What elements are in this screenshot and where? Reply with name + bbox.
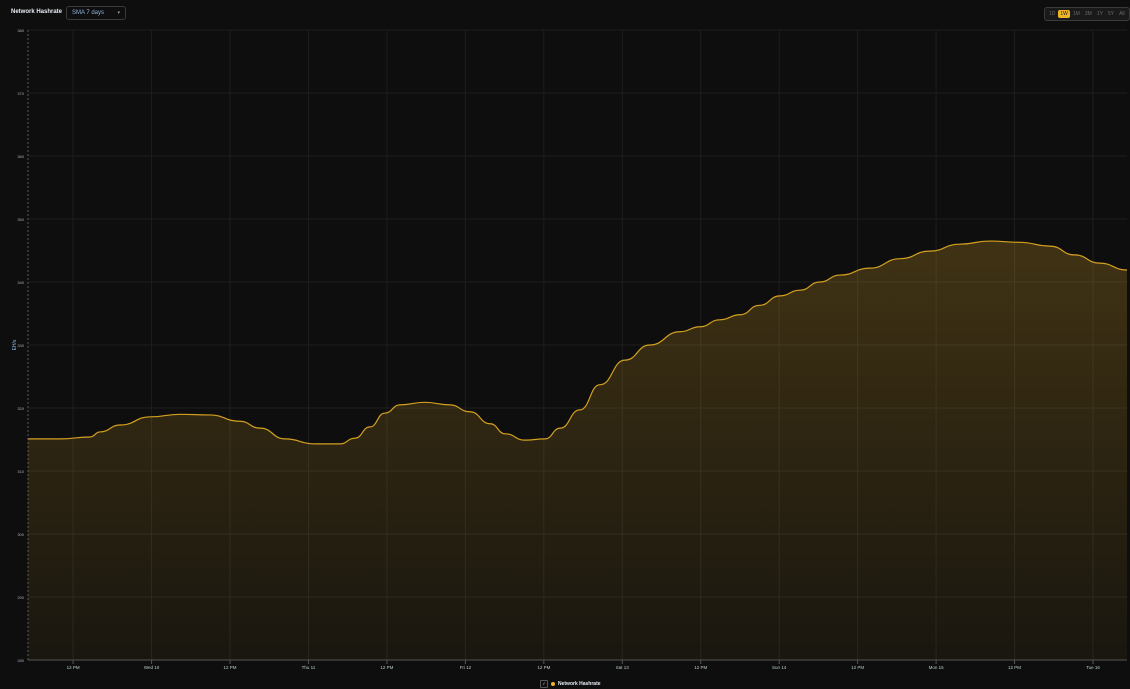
x-tick-label: 12 PM: [67, 665, 80, 670]
y-tick-label: 330: [17, 343, 24, 348]
x-tick-label: Wed 10: [144, 665, 160, 670]
legend-checkbox[interactable]: ✓: [540, 680, 548, 688]
legend-color-dot: [551, 682, 555, 686]
y-tick-label: 380: [17, 28, 24, 33]
hashrate-chart: 380 370 360 350 340 330 320 310 300 290 280 12 PM We…: [12, 28, 1128, 670]
x-tick-label: 12 PM: [537, 665, 550, 670]
x-tick-label: Tue 16: [1086, 665, 1100, 670]
y-tick-label: 370: [17, 91, 24, 96]
series-area: [28, 241, 1127, 661]
x-tick-label: Sun 14: [772, 665, 787, 670]
y-tick-label: 360: [17, 154, 24, 159]
x-tick-label: Mon 15: [929, 665, 945, 670]
x-tick-label: 12 PM: [1008, 665, 1021, 670]
x-tick-label: Fri 12: [460, 665, 472, 670]
x-tick-label: Sat 13: [616, 665, 630, 670]
x-tick-label: Thu 11: [302, 665, 316, 670]
legend-label: Network Hashrate: [558, 681, 601, 687]
y-tick-label: 350: [17, 217, 24, 222]
x-tick-label: 12 PM: [851, 665, 864, 670]
x-tick-label: 12 PM: [224, 665, 237, 670]
y-axis-label: EH/s: [12, 339, 18, 350]
y-tick-label: 290: [17, 595, 24, 600]
y-tick-label: 300: [17, 532, 24, 537]
y-tick-label: 340: [17, 280, 24, 285]
y-tick-label: 310: [17, 469, 24, 474]
y-tick-label: 320: [17, 406, 24, 411]
x-tick-label: 12 PM: [380, 665, 393, 670]
y-tick-label: 280: [17, 658, 24, 663]
x-tick-label: 12 PM: [694, 665, 707, 670]
legend-item[interactable]: ✓ Network Hashrate: [540, 680, 601, 688]
